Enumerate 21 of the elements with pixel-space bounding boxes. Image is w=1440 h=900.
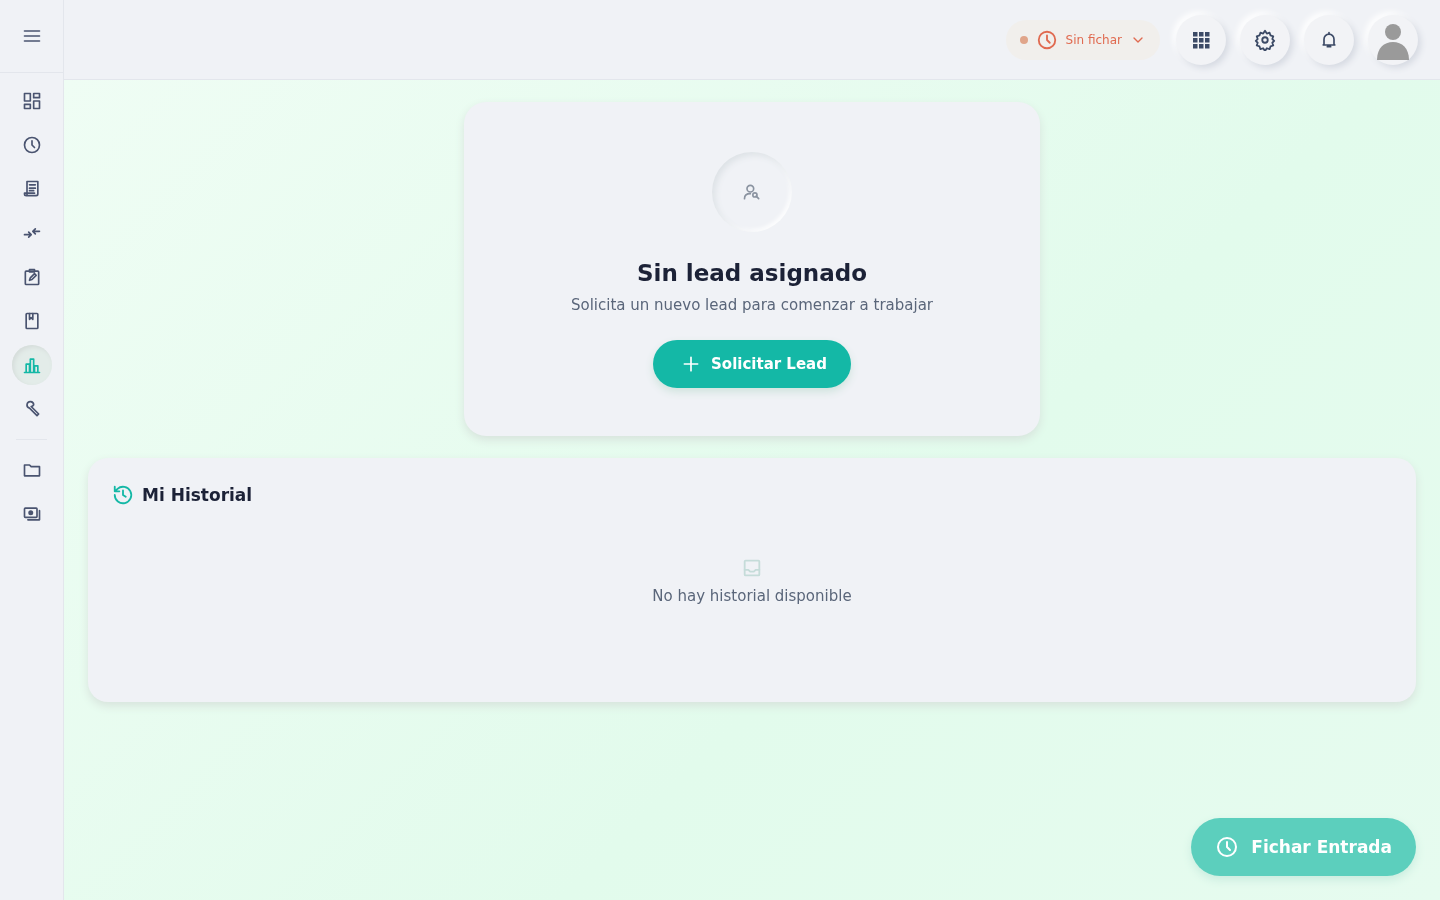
clock-icon	[21, 135, 42, 155]
history-icon	[112, 484, 134, 506]
request-lead-button[interactable]: Solicitar Lead	[653, 340, 851, 388]
apps-grid-icon	[1192, 30, 1210, 49]
history-title: Mi Historial	[142, 485, 253, 505]
lead-title: Sin lead asignado	[637, 260, 867, 286]
inbox-icon	[741, 557, 763, 579]
settings-icon	[1254, 28, 1276, 51]
status-dropdown[interactable]: Sin fichar	[1005, 19, 1160, 60]
money-icon	[21, 504, 42, 524]
bar-chart-icon	[21, 355, 42, 375]
clock-icon	[1035, 28, 1058, 51]
clock-icon	[1215, 835, 1240, 859]
grid-icon	[21, 91, 42, 111]
status-dot-icon	[1019, 35, 1028, 44]
empty-message: No hay historial disponible	[652, 587, 852, 605]
user-search-icon	[742, 182, 762, 202]
receipt-icon	[21, 179, 42, 199]
status-label: Sin fichar	[1065, 32, 1122, 47]
lead-subtitle: Solicita un nuevo lead para comenzar a trabajar	[570, 296, 934, 314]
clock-in-button[interactable]: Fichar Entrada	[1191, 818, 1416, 876]
